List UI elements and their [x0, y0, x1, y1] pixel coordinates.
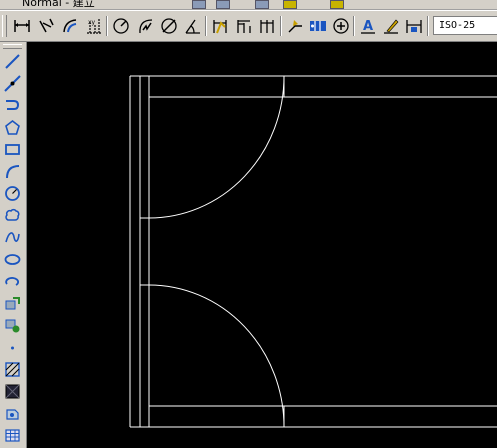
dimension-edit-icon[interactable]: A: [358, 15, 378, 37]
drawing-canvas[interactable]: [27, 42, 497, 448]
linear-dimension-icon[interactable]: [12, 15, 32, 37]
aligned-dimension-icon[interactable]: [36, 15, 56, 37]
jogged-dimension-icon[interactable]: [135, 15, 155, 37]
point-icon[interactable]: [2, 337, 23, 358]
door-plan-drawing: [129, 75, 497, 428]
dimension-text-edit-icon[interactable]: [381, 15, 401, 37]
draw-toolbar: [0, 42, 27, 448]
region-icon[interactable]: [2, 403, 23, 424]
ellipse-icon[interactable]: [2, 249, 23, 270]
quick-dimension-icon[interactable]: [210, 15, 230, 37]
construction-line-icon[interactable]: [2, 73, 23, 94]
separator: [427, 16, 429, 36]
insert-block-icon[interactable]: [2, 293, 23, 314]
svg-text:A: A: [363, 19, 373, 34]
layer-name-dropdown[interactable]: Normal - 建立: [22, 0, 95, 9]
toolbar-grip[interactable]: [3, 44, 22, 49]
revision-cloud-icon[interactable]: [2, 205, 23, 226]
diameter-dimension-icon[interactable]: [159, 15, 179, 37]
dimension-update-icon[interactable]: [404, 15, 424, 37]
dimension-style-select[interactable]: ISO-25: [433, 16, 497, 35]
ordinate-dimension-icon[interactable]: xy: [84, 15, 104, 37]
polyline-icon[interactable]: [2, 95, 23, 116]
circle-icon[interactable]: [2, 183, 23, 204]
radius-dimension-icon[interactable]: [111, 15, 131, 37]
separator: [205, 16, 207, 36]
gradient-icon[interactable]: [2, 381, 23, 402]
layer-state-icon[interactable]: [192, 0, 206, 9]
center-mark-icon[interactable]: [331, 15, 351, 37]
baseline-dimension-icon[interactable]: [234, 15, 254, 37]
layer-toolbar-strip: Normal - 建立: [0, 0, 497, 10]
angular-dimension-icon[interactable]: [183, 15, 203, 37]
rectangle-icon[interactable]: [2, 139, 23, 160]
svg-text:xy: xy: [88, 19, 96, 26]
ellipse-arc-icon[interactable]: [2, 271, 23, 292]
dimension-toolbar: xy A ISO-25: [0, 10, 497, 42]
separator: [280, 16, 282, 36]
hatch-icon[interactable]: [2, 359, 23, 380]
spline-icon[interactable]: [2, 227, 23, 248]
table-icon[interactable]: [2, 425, 23, 446]
linetype-control-icon[interactable]: [330, 0, 344, 9]
layer-previous-icon[interactable]: [216, 0, 230, 9]
arc-length-icon[interactable]: [60, 15, 80, 37]
properties-icon[interactable]: [255, 0, 269, 9]
toolbar-grip[interactable]: [2, 15, 7, 37]
line-icon[interactable]: [2, 51, 23, 72]
continue-dimension-icon[interactable]: [258, 15, 278, 37]
tolerance-icon[interactable]: [308, 15, 328, 37]
separator: [353, 16, 355, 36]
polygon-icon[interactable]: [2, 117, 23, 138]
arc-icon[interactable]: [2, 161, 23, 182]
color-control-icon[interactable]: [283, 0, 297, 9]
separator: [106, 16, 108, 36]
make-block-icon[interactable]: [2, 315, 23, 336]
quick-leader-icon[interactable]: [285, 15, 305, 37]
